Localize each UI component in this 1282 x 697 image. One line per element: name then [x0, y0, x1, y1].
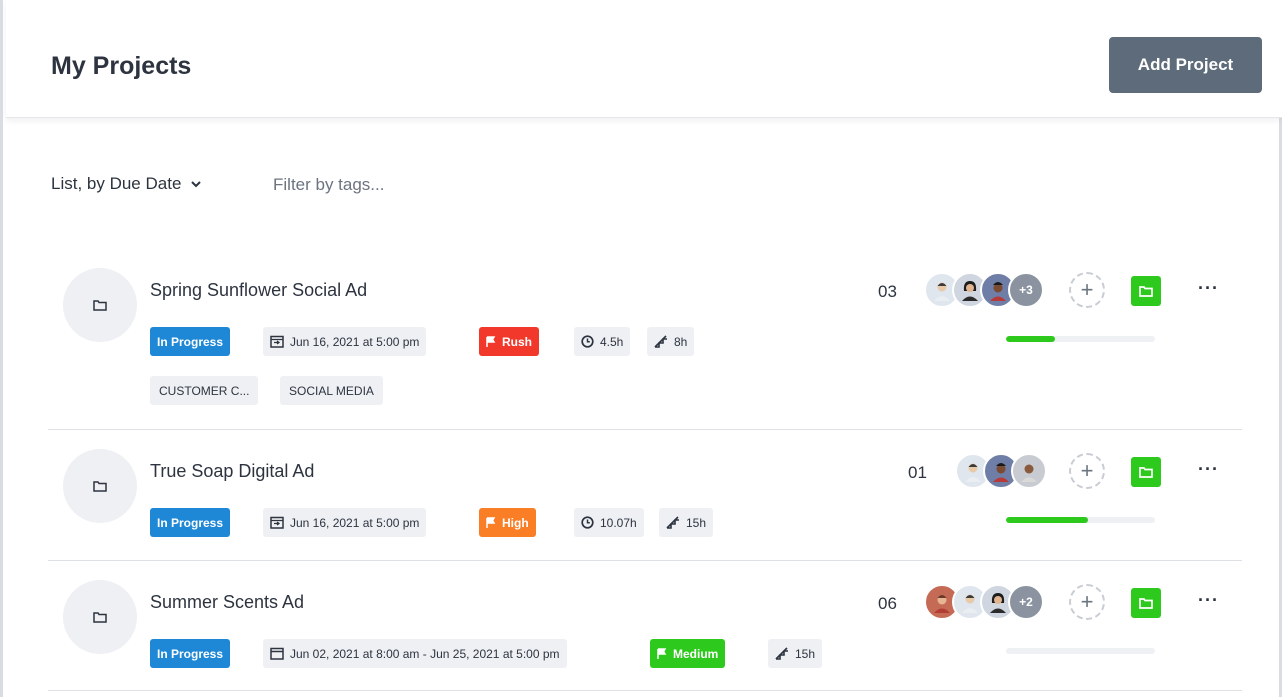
clock-icon [581, 516, 594, 529]
estimate-chip[interactable]: 15h [768, 639, 823, 668]
status-badge[interactable]: In Progress [150, 508, 231, 537]
task-count: 03 [878, 282, 897, 301]
due-date-chip[interactable]: Jun 02, 2021 at 8:00 am - Jun 25, 2021 a… [263, 639, 567, 668]
stairs-icon [654, 335, 667, 348]
calendar-arrow-icon [270, 335, 284, 348]
more-options-icon[interactable]: ··· [1198, 459, 1219, 480]
member-avatars[interactable]: +2 [924, 584, 1044, 620]
more-options-icon[interactable]: ··· [1198, 590, 1219, 611]
project-row[interactable]: True Soap Digital Ad In Progress Jun 16,… [48, 430, 1242, 561]
project-tag[interactable]: CUSTOMER C... [150, 376, 259, 405]
project-row[interactable]: Summer Scents Ad In Progress Jun 02, 202… [48, 561, 1242, 691]
priority-badge[interactable]: Rush [479, 327, 539, 356]
folder-icon [93, 481, 107, 492]
status-label: In Progress [157, 646, 224, 661]
person-icon [965, 463, 981, 482]
priority-label: Medium [673, 646, 719, 661]
add-member-button[interactable]: + [1069, 272, 1105, 308]
project-tag[interactable]: SOCIAL MEDIA [280, 376, 383, 405]
calendar-icon [270, 647, 284, 660]
due-date-label: Jun 16, 2021 at 5:00 pm [290, 334, 420, 349]
view-mode-label: List, by Due Date [51, 174, 182, 193]
more-members-badge[interactable]: +2 [1008, 584, 1044, 620]
estimate-label: 15h [795, 646, 816, 661]
estimate-chip[interactable]: 8h [647, 327, 695, 356]
progress-bar [1006, 336, 1155, 342]
project-name[interactable]: True Soap Digital Ad [150, 461, 314, 482]
project-folder-button[interactable] [63, 449, 137, 523]
estimate-label: 15h [686, 515, 707, 530]
person-icon [990, 593, 1006, 613]
clock-icon [581, 335, 594, 348]
add-project-button[interactable]: Add Project [1109, 37, 1262, 93]
priority-label: High [502, 515, 529, 530]
project-name[interactable]: Summer Scents Ad [150, 592, 304, 613]
files-button[interactable] [1131, 588, 1161, 618]
progress-bar [1006, 648, 1155, 654]
due-date-label: Jun 16, 2021 at 5:00 pm [290, 515, 420, 530]
progress-fill [1006, 336, 1056, 342]
time-logged-label: 10.07h [600, 515, 637, 530]
project-folder-button[interactable] [63, 580, 137, 654]
person-icon [993, 463, 1009, 482]
folder-icon [1139, 467, 1153, 478]
stairs-icon [666, 516, 679, 529]
more-members-badge[interactable]: +3 [1008, 272, 1044, 308]
progress-fill [1006, 517, 1088, 523]
time-logged-chip[interactable]: 10.07h [574, 508, 644, 537]
person-icon [962, 594, 978, 613]
person-icon [990, 282, 1006, 301]
filter-tags-input[interactable] [273, 170, 573, 200]
chevron-down-icon [191, 181, 202, 188]
due-date-label: Jun 02, 2021 at 8:00 am - Jun 25, 2021 a… [290, 646, 560, 661]
status-badge[interactable]: In Progress [150, 639, 231, 668]
person-icon [934, 282, 950, 301]
progress-bar [1006, 517, 1155, 523]
folder-icon [1139, 286, 1153, 297]
member-avatars[interactable]: +3 [924, 272, 1044, 308]
person-icon [1021, 464, 1037, 482]
files-button[interactable] [1131, 276, 1161, 306]
status-badge[interactable]: In Progress [150, 327, 231, 356]
person-icon [934, 595, 950, 613]
task-count: 06 [878, 594, 897, 613]
app-frame: My Projects Add Project List, by Due Dat… [0, 0, 1282, 697]
flag-icon [486, 516, 496, 528]
page-title: My Projects [51, 52, 192, 80]
project-row[interactable]: Spring Sunflower Social Ad In Progress J… [48, 248, 1242, 430]
stairs-icon [775, 647, 788, 660]
add-member-button[interactable]: + [1069, 453, 1105, 489]
folder-icon [93, 300, 107, 311]
time-logged-chip[interactable]: 4.5h [574, 327, 631, 356]
due-date-chip[interactable]: Jun 16, 2021 at 5:00 pm [263, 508, 427, 537]
page-header: My Projects Add Project [6, 0, 1282, 118]
project-folder-button[interactable] [63, 268, 137, 342]
files-button[interactable] [1131, 457, 1161, 487]
flag-icon [657, 647, 667, 659]
priority-badge[interactable]: High [479, 508, 536, 537]
estimate-label: 8h [674, 334, 688, 349]
folder-icon [93, 612, 107, 623]
time-logged-label: 4.5h [600, 334, 624, 349]
estimate-chip[interactable]: 15h [659, 508, 714, 537]
task-count: 01 [908, 463, 927, 482]
status-label: In Progress [157, 515, 224, 530]
add-member-button[interactable]: + [1069, 584, 1105, 620]
priority-badge[interactable]: Medium [650, 639, 726, 668]
priority-label: Rush [502, 334, 532, 349]
person-icon [962, 281, 978, 301]
folder-icon [1139, 598, 1153, 609]
project-name[interactable]: Spring Sunflower Social Ad [150, 280, 367, 301]
calendar-arrow-icon [270, 516, 284, 529]
status-label: In Progress [157, 334, 224, 349]
view-mode-dropdown[interactable]: List, by Due Date [51, 174, 202, 194]
more-options-icon[interactable]: ··· [1198, 278, 1219, 299]
flag-icon [486, 335, 496, 347]
member-avatars[interactable] [955, 453, 1047, 489]
due-date-chip[interactable]: Jun 16, 2021 at 5:00 pm [263, 327, 427, 356]
avatar[interactable] [1011, 453, 1047, 489]
